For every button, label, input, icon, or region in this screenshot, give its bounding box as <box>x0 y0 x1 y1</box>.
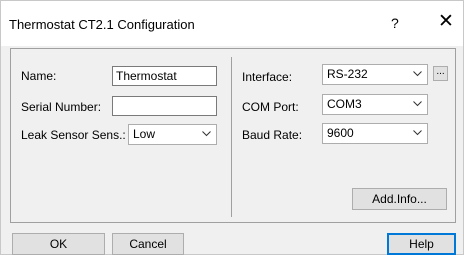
help-button[interactable]: Help <box>387 233 456 255</box>
baud-rate-label: Baud Rate: <box>242 128 303 142</box>
serial-number-label: Serial Number: <box>21 100 102 114</box>
com-port-label: COM Port: <box>242 100 299 114</box>
chevron-down-icon <box>413 130 422 136</box>
ok-button[interactable]: OK <box>12 233 105 255</box>
cancel-button[interactable]: Cancel <box>112 233 184 255</box>
baud-rate-value: 9600 <box>327 126 354 140</box>
serial-number-field[interactable] <box>112 96 217 116</box>
com-port-select[interactable]: COM3 <box>322 94 428 115</box>
close-icon[interactable]: ✕ <box>438 12 454 32</box>
chevron-down-icon <box>413 71 422 77</box>
dialog-window: Thermostat CT2.1 Configuration ? ✕ Name:… <box>0 0 464 255</box>
help-icon[interactable]: ? <box>391 15 399 31</box>
leak-sensor-select[interactable]: Low <box>128 124 217 145</box>
interface-select[interactable]: RS-232 <box>322 64 428 85</box>
name-field[interactable]: Thermostat <box>112 66 217 86</box>
leak-sensor-value: Low <box>133 127 156 141</box>
interface-value: RS-232 <box>327 67 368 81</box>
title-bar: Thermostat CT2.1 Configuration ? ✕ <box>1 1 463 46</box>
chevron-down-icon <box>202 131 211 137</box>
interface-more-button[interactable]: ... <box>433 66 448 81</box>
interface-label: Interface: <box>242 70 293 84</box>
add-info-button[interactable]: Add.Info... <box>352 188 447 210</box>
dialog-title: Thermostat CT2.1 Configuration <box>9 17 195 32</box>
com-port-value: COM3 <box>327 97 362 111</box>
baud-rate-select[interactable]: 9600 <box>322 123 428 144</box>
name-label: Name: <box>21 69 57 83</box>
group-divider <box>231 57 232 217</box>
leak-sensor-label: Leak Sensor Sens.: <box>21 128 126 142</box>
chevron-down-icon <box>413 101 422 107</box>
